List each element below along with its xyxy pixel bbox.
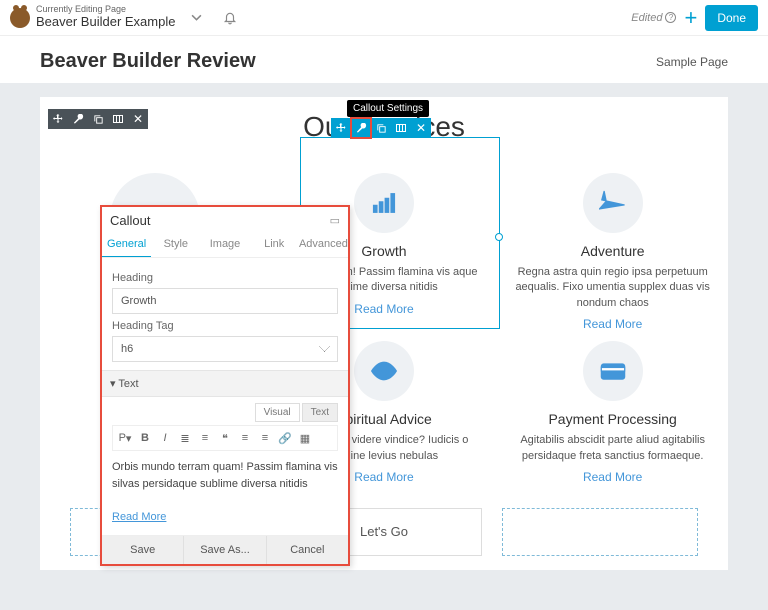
link-icon[interactable]: 🔗 (276, 429, 294, 447)
list-icon[interactable]: ≣ (176, 429, 194, 447)
read-more-link[interactable]: Read More (503, 470, 722, 484)
service-title: Payment Processing (503, 411, 722, 427)
move-icon[interactable] (48, 109, 68, 129)
close-icon[interactable]: ✕ (411, 118, 431, 138)
paragraph-dropdown[interactable]: P▾ (116, 429, 134, 447)
chevron-down-icon[interactable] (183, 5, 209, 31)
panel-title: Callout (110, 213, 150, 228)
editor-body-text: Orbis mundo terram quam! Passim flamina … (112, 461, 338, 490)
editor-textarea[interactable]: Orbis mundo terram quam! Passim flamina … (112, 455, 338, 529)
help-icon[interactable]: ? (665, 12, 676, 23)
mode-text[interactable]: Text (302, 403, 338, 422)
service-title: Adventure (503, 243, 722, 259)
text-section-header[interactable]: ▾ Text (102, 370, 348, 397)
text-label: Text (118, 378, 138, 390)
canvas: ✕ Our Services Callout Settings ✕ Fae (40, 97, 728, 570)
add-icon[interactable]: + (684, 5, 697, 31)
service-card-payment[interactable]: Payment Processing Agitabilis abscidit p… (503, 341, 722, 484)
heading-label: Heading (112, 272, 338, 284)
done-button[interactable]: Done (705, 5, 758, 31)
expand-icon[interactable]: ▭ (330, 214, 340, 227)
tab-link[interactable]: Link (250, 232, 299, 257)
page-title: Beaver Builder Example (36, 15, 175, 29)
save-as-button[interactable]: Save As... (184, 536, 266, 564)
quote-icon[interactable]: ❝ (216, 429, 234, 447)
tab-advanced[interactable]: Advanced (299, 232, 348, 257)
columns-icon[interactable] (108, 109, 128, 129)
heading-tag-label: Heading Tag (112, 320, 338, 332)
close-icon[interactable]: ✕ (128, 109, 148, 129)
plane-icon (583, 173, 643, 233)
beaver-logo (10, 8, 30, 28)
service-card-adventure[interactable]: Adventure Regna astra quin regio ipsa pe… (503, 173, 722, 331)
credit-card-icon (583, 341, 643, 401)
tab-image[interactable]: Image (200, 232, 249, 257)
copy-icon[interactable] (371, 118, 391, 138)
eye-icon (354, 341, 414, 401)
canvas-wrapper: ✕ Our Services Callout Settings ✕ Fae (0, 83, 768, 610)
read-more-link[interactable]: Read More (503, 317, 722, 331)
align-center-icon[interactable]: ≡ (256, 429, 274, 447)
copy-icon[interactable] (88, 109, 108, 129)
tooltip: Callout Settings (347, 100, 429, 117)
mode-visual[interactable]: Visual (255, 403, 300, 422)
save-button[interactable]: Save (102, 536, 184, 564)
page-title-block[interactable]: Currently Editing Page Beaver Builder Ex… (36, 5, 175, 29)
columns-icon[interactable] (391, 118, 411, 138)
callout-settings-panel: Callout ▭ General Style Image Link Advan… (100, 205, 350, 566)
sample-page-link[interactable]: Sample Page (656, 55, 728, 69)
edited-label: Edited (631, 12, 662, 24)
editor-toolbar: P▾ B I ≣ ≡ ❝ ≡ ≡ 🔗 ▦ (112, 425, 338, 451)
review-bar: Beaver Builder Review Sample Page (0, 36, 768, 83)
editor-readmore-link[interactable]: Read More (112, 511, 166, 523)
editor-mode-tabs: Visual Text (112, 403, 338, 422)
service-desc: Agitabilis abscidit parte aliud agitabil… (503, 433, 722, 464)
panel-tabs: General Style Image Link Advanced (102, 232, 348, 258)
ordered-list-icon[interactable]: ≡ (196, 429, 214, 447)
service-desc: Regna astra quin regio ipsa perpetuum ae… (503, 265, 722, 311)
module-toolbar: ✕ (331, 118, 431, 138)
review-title: Beaver Builder Review (40, 50, 256, 73)
tab-general[interactable]: General (102, 232, 151, 257)
bell-icon[interactable] (217, 5, 243, 31)
settings-wrench-icon[interactable] (351, 118, 371, 138)
resize-handle[interactable] (495, 233, 503, 241)
align-icon[interactable]: ≡ (236, 429, 254, 447)
move-icon[interactable] (331, 118, 351, 138)
tab-style[interactable]: Style (151, 232, 200, 257)
cta-middle-label: Let's Go (360, 524, 408, 539)
panel-body: Heading Heading Tag h6 ▾ Text Visual Tex… (102, 258, 348, 535)
wrench-icon[interactable] (68, 109, 88, 129)
edited-status: Edited ? (631, 12, 676, 24)
more-icon[interactable]: ▦ (296, 429, 314, 447)
cancel-button[interactable]: Cancel (267, 536, 348, 564)
heading-tag-select[interactable]: h6 (112, 336, 338, 362)
italic-icon[interactable]: I (156, 429, 174, 447)
heading-input[interactable] (112, 288, 338, 314)
row-toolbar: ✕ (48, 109, 148, 129)
cta-slot-right[interactable] (502, 508, 698, 556)
builder-header: Currently Editing Page Beaver Builder Ex… (0, 0, 768, 36)
panel-header[interactable]: Callout ▭ (102, 207, 348, 232)
panel-footer: Save Save As... Cancel (102, 535, 348, 564)
bold-icon[interactable]: B (136, 429, 154, 447)
